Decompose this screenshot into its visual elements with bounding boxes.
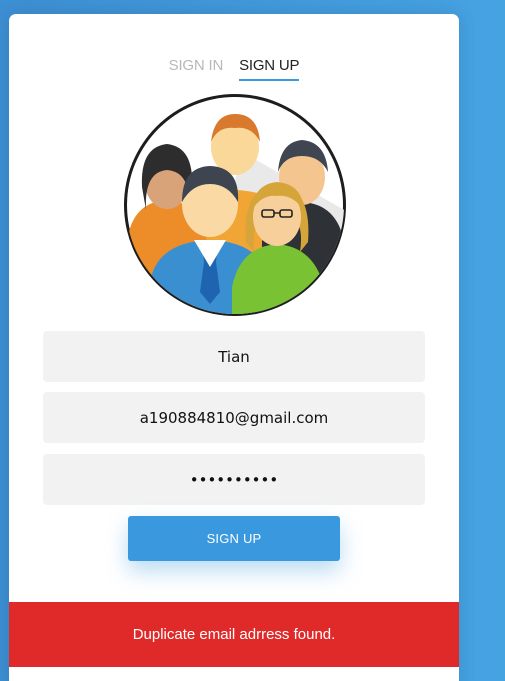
user-group-icon	[124, 94, 346, 316]
password-field[interactable]	[43, 454, 425, 505]
error-message-banner: Duplicate email adrress found.	[9, 602, 459, 667]
auth-tabs: SIGN IN SIGN UP	[9, 57, 459, 81]
auth-card: SIGN IN SIGN UP Tian a190884810@gmail.co…	[9, 14, 459, 681]
email-field[interactable]	[43, 392, 425, 443]
tab-sign-up[interactable]: SIGN UP	[239, 57, 300, 81]
name-field[interactable]	[43, 331, 425, 382]
avatar	[122, 92, 348, 318]
sign-up-button[interactable]: SIGN UP	[128, 516, 340, 561]
error-message-text: Duplicate email adrress found.	[132, 626, 336, 643]
tab-sign-in[interactable]: SIGN IN	[169, 57, 224, 79]
